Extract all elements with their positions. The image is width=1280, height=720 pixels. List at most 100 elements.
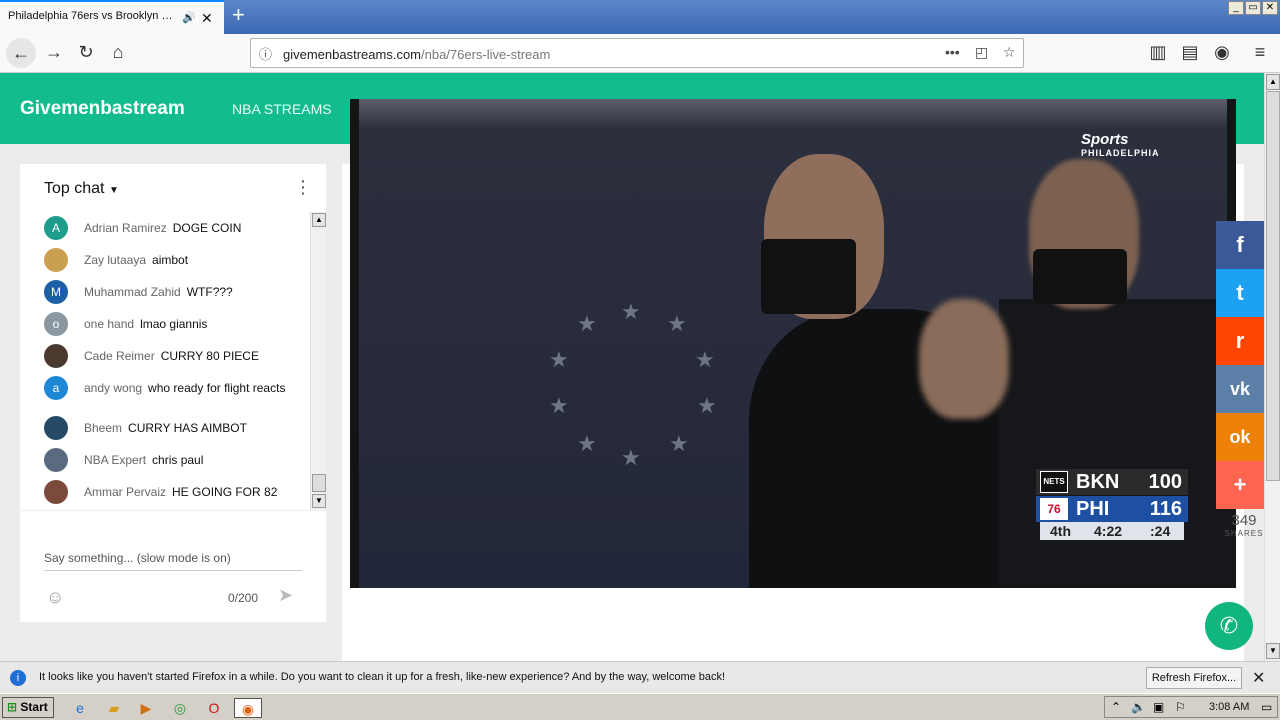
home-team: PHI: [1076, 498, 1110, 520]
refresh-firefox-button[interactable]: Refresh Firefox...: [1146, 667, 1242, 689]
chat-text: CURRY HAS AIMBOT: [128, 421, 247, 435]
page-scroll-up-icon[interactable]: ▲: [1266, 74, 1280, 90]
firefox-taskbar-icon[interactable]: ◉: [234, 698, 262, 718]
twitter-icon[interactable]: t: [1216, 269, 1264, 317]
show-desktop-icon[interactable]: ▭: [1261, 700, 1272, 714]
start-button[interactable]: ⊞ Start: [2, 697, 54, 718]
whatsapp-icon[interactable]: ✆: [1205, 602, 1253, 650]
avatar: A: [44, 216, 68, 240]
reddit-icon[interactable]: r: [1216, 317, 1264, 365]
site-brand[interactable]: Givemenbastream: [20, 98, 185, 120]
chat-author: Cade Reimer: [84, 349, 155, 363]
assistant-head: [919, 299, 1009, 419]
more-options-icon[interactable]: ⋮: [294, 178, 312, 196]
odnoklassniki-icon[interactable]: ok: [1216, 413, 1264, 461]
game-time: 4:22: [1094, 523, 1123, 539]
account-icon[interactable]: ◉: [1210, 42, 1234, 63]
tray-expand-icon[interactable]: ⌃: [1111, 700, 1121, 714]
chat-text: DOGE COIN: [172, 221, 242, 235]
chat-author: Muhammad Zahid: [84, 285, 181, 299]
chat-author: one hand: [84, 317, 135, 331]
chat-scrollbar[interactable]: ▲ ▼: [310, 212, 326, 510]
clock: 3:08 AM: [1209, 701, 1250, 713]
nav-nba-streams[interactable]: NBA STREAMS: [232, 101, 332, 117]
url-path: /nba/76ers-live-stream: [421, 47, 551, 62]
chat-text: aimbot: [152, 253, 189, 267]
chat-text: CURRY 80 PIECE: [160, 349, 259, 363]
chrome-icon[interactable]: ◎: [170, 698, 190, 718]
address-bar[interactable]: ⓘ givemenbastreams.com/nba/76ers-live-st…: [250, 38, 1024, 68]
menu-icon[interactable]: ≡: [1248, 42, 1272, 63]
share-counter: 349 SHARES: [1222, 512, 1266, 538]
chat-input[interactable]: Say something... (slow mode is on): [44, 551, 302, 571]
forward-icon[interactable]: →: [42, 42, 66, 63]
url-domain: givemenbastreams.com: [283, 47, 421, 62]
explorer-icon[interactable]: ▰: [104, 698, 124, 718]
away-row: NETS BKN 100: [1036, 469, 1188, 495]
back-icon[interactable]: ←: [6, 38, 36, 68]
flag-icon[interactable]: ⚐: [1175, 700, 1186, 714]
sixers-logo: 76: [1040, 498, 1068, 520]
home-icon[interactable]: ⌂: [106, 42, 130, 63]
browser-titlebar: Philadelphia 76ers vs Brooklyn Nets 🔊 ✕ …: [0, 0, 1280, 34]
speaker-icon[interactable]: 🔊: [182, 11, 196, 24]
windows-logo-icon: ⊞: [7, 700, 18, 714]
library-icon[interactable]: ▥: [1146, 42, 1170, 63]
avatar: [44, 480, 68, 504]
avatar: o: [44, 312, 68, 336]
char-counter: 0/200: [228, 591, 259, 605]
scroll-down-icon[interactable]: ▼: [312, 494, 326, 508]
chat-text: WTF???: [186, 285, 233, 299]
page-scroll-thumb[interactable]: [1266, 91, 1280, 481]
site-info-icon[interactable]: ⓘ: [259, 44, 272, 63]
chat-author: Zay lutaaya: [84, 253, 147, 267]
volume-icon[interactable]: 🔈: [1131, 700, 1146, 714]
chat-messages: A Adrian Ramirez DOGE COIN Zay lutaaya aimb…: [20, 212, 310, 510]
browser-tab[interactable]: Philadelphia 76ers vs Brooklyn Nets 🔊 ✕: [0, 0, 224, 34]
reload-icon[interactable]: ↻: [74, 42, 98, 63]
close-window-button[interactable]: ✕: [1262, 1, 1278, 15]
chat-title[interactable]: Top chat ▼: [44, 180, 119, 198]
media-player-icon[interactable]: ▶: [136, 698, 156, 718]
scroll-thumb[interactable]: [312, 474, 326, 492]
avatar: [44, 344, 68, 368]
social-share-bar: f t r vk ok +: [1216, 221, 1264, 509]
scroll-up-icon[interactable]: ▲: [312, 213, 326, 227]
network-icon[interactable]: ▣: [1153, 700, 1164, 714]
send-icon[interactable]: ➤: [278, 585, 293, 606]
video-player[interactable]: ★ ★ ★ ★ ★ ★ ★ ★ ★ ★ Sports PHILADELPHIA N…: [350, 99, 1236, 588]
chat-text: who ready for flight reacts: [148, 381, 286, 395]
page-scrollbar[interactable]: ▲ ▼: [1264, 73, 1280, 661]
chat-author: Adrian Ramirez: [84, 221, 167, 235]
facebook-icon[interactable]: f: [1216, 221, 1264, 269]
notification-close-icon[interactable]: ✕: [1252, 668, 1265, 688]
chat-text: HE GOING FOR 82: [172, 485, 278, 499]
chat-input-area: Say something... (slow mode is on) ☺ 0/2…: [20, 510, 326, 622]
bookmark-star-icon[interactable]: ☆: [1003, 44, 1016, 61]
minimize-button[interactable]: _: [1228, 1, 1244, 15]
network-name: Sports: [1081, 131, 1129, 148]
maximize-button[interactable]: ▭: [1245, 1, 1261, 15]
home-row: 76 PHI 116: [1036, 496, 1188, 522]
pocket-icon[interactable]: ◰: [975, 44, 988, 61]
avatar: [44, 248, 68, 272]
avatar: M: [44, 280, 68, 304]
tab-close-icon[interactable]: ✕: [201, 10, 213, 27]
page-actions-icon[interactable]: •••: [945, 44, 960, 60]
sidebar-icon[interactable]: ▤: [1178, 42, 1202, 63]
new-tab-button[interactable]: +: [232, 4, 245, 26]
taskbar: ⊞ Start e ▰ ▶ ◎ O ◉ ⌃ 🔈 ▣ ⚐ 3:08 AM ▭: [0, 693, 1280, 720]
share-count: 349: [1231, 512, 1257, 529]
system-tray: ⌃ 🔈 ▣ ⚐ 3:08 AM ▭: [1104, 696, 1278, 718]
chat-panel: Top chat ▼ ⋮ A Adrian Ramirez DOGE COIN Za…: [20, 164, 326, 622]
chat-text: chris paul: [152, 453, 204, 467]
url-text[interactable]: givemenbastreams.com/nba/76ers-live-stre…: [283, 47, 550, 62]
chat-author: Ammar Pervaiz: [84, 485, 167, 499]
chat-text: lmao giannis: [140, 317, 208, 331]
page-scroll-down-icon[interactable]: ▼: [1266, 643, 1280, 659]
vk-icon[interactable]: vk: [1216, 365, 1264, 413]
emoji-icon[interactable]: ☺: [46, 587, 64, 608]
opera-icon[interactable]: O: [204, 698, 224, 718]
more-share-icon[interactable]: +: [1216, 461, 1264, 509]
ie-icon[interactable]: e: [70, 698, 90, 718]
